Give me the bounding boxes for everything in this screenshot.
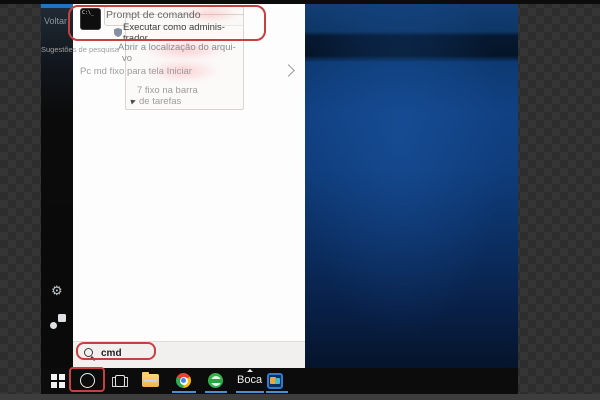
search-results-panel: Prompt de comando Executar como adminis-… [73,4,305,368]
task-view-icon[interactable] [112,374,128,388]
open-file-location-item[interactable]: Abrir a localização do arqui- [118,42,236,53]
pin-to-start-item[interactable]: Pc md fixo para tela Iniciar [80,66,192,77]
annotation-box-result [68,5,266,41]
pin-to-taskbar-item[interactable]: 7 fixo na barra [137,85,198,96]
open-file-location-item-line2[interactable]: vo [122,53,132,64]
running-indicator [205,391,227,393]
gear-icon[interactable]: ⚙ [51,284,63,297]
rail-accent-bar [41,4,73,8]
back-button[interactable]: Voltar [44,16,67,26]
taskbar-caret-icon [247,369,253,372]
suggestions-header: Sugestões de pesquisa [41,45,119,54]
start-menu-left-rail: Voltar ⚙ [41,4,73,368]
desktop-wallpaper [305,4,518,368]
running-indicator [266,391,288,393]
file-explorer-icon[interactable] [142,372,159,387]
blue-app-icon[interactable] [267,373,283,389]
start-icon[interactable] [51,374,65,388]
annotation-box-search [76,342,156,360]
taskbar: Boca [41,368,518,394]
running-indicator [172,391,196,393]
chrome-icon[interactable] [176,373,191,388]
pin-to-taskbar-item-line2[interactable]: de tarefas [139,96,181,107]
windows-screen: Voltar ⚙ Prompt de comando Executar como… [41,4,518,394]
taskbar-app-button[interactable]: Boca [237,374,262,386]
running-indicator [236,391,264,393]
annotation-box-cortana [69,367,105,392]
canvas-bottom-strip [0,394,600,400]
green-orb-icon[interactable] [208,373,223,388]
shapes-icon[interactable] [50,314,66,330]
